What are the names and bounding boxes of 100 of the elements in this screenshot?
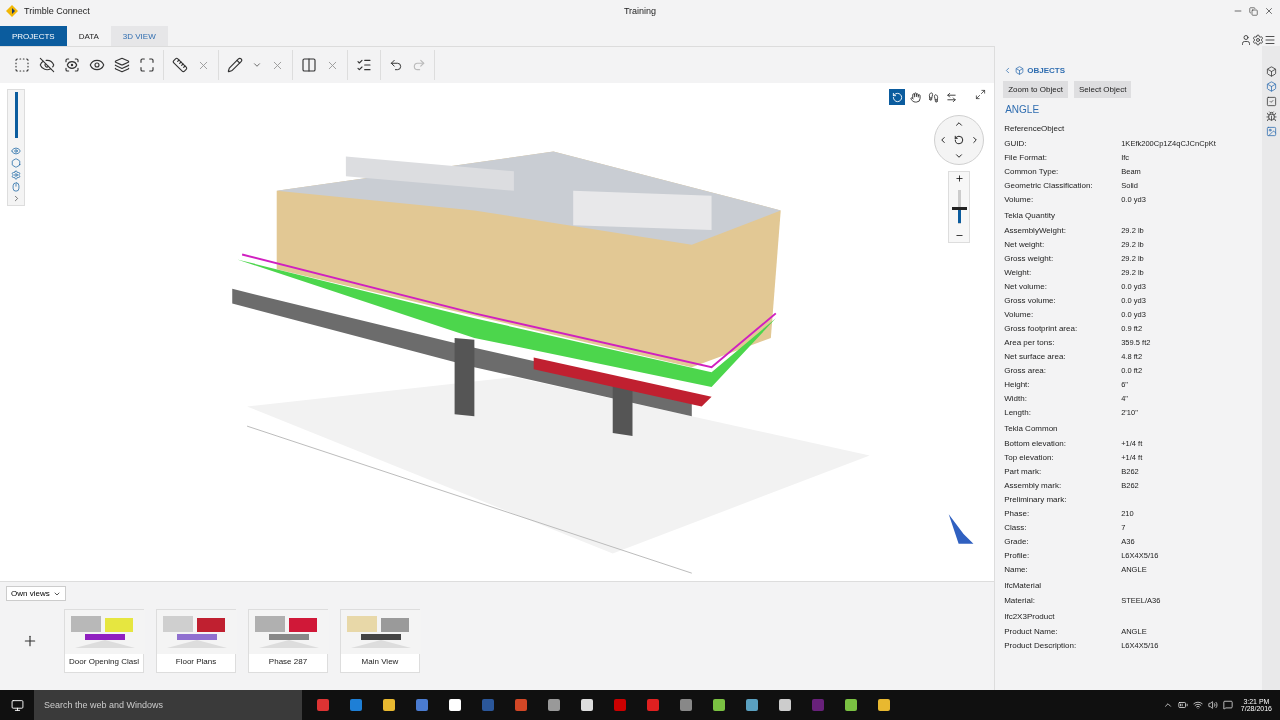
restore-icon[interactable]	[1249, 6, 1258, 16]
search-field[interactable]: Search the web and Windows	[34, 690, 302, 720]
property-label: Profile:	[1004, 550, 1031, 560]
group-title: Ifc2X3Product	[1004, 612, 1056, 621]
slider-track[interactable]	[14, 92, 18, 138]
app-icon[interactable]	[712, 698, 726, 712]
measure-icon[interactable]	[172, 57, 188, 73]
group-title: Tekla Common	[1004, 424, 1059, 433]
property-label: Net weight:	[1004, 239, 1046, 249]
view-name: Floor Plans	[174, 656, 218, 668]
tab[interactable]: 3D VIEW	[110, 26, 168, 46]
up-icon[interactable]	[954, 119, 965, 129]
plus-icon[interactable]	[22, 633, 38, 649]
box-select-icon[interactable]	[14, 57, 30, 73]
app-icon[interactable]	[580, 698, 594, 712]
property-label: Product Description:	[1004, 640, 1078, 650]
fullscreen-icon[interactable]	[975, 89, 987, 100]
cube-icon[interactable]	[1265, 66, 1277, 77]
property-label: Grade:	[1004, 536, 1030, 546]
mouse-icon[interactable]	[11, 182, 21, 192]
property-label: Material:	[1004, 595, 1036, 605]
property-label: Top elevation:	[1004, 452, 1055, 462]
property-label: Length:	[1004, 407, 1032, 417]
property-label: Name:	[1004, 564, 1029, 574]
view-name: Door Opening Clasl	[68, 656, 140, 668]
property-label: Common Type:	[1004, 166, 1060, 176]
checklist-icon[interactable]	[356, 57, 372, 73]
object-title: ANGLE	[1005, 104, 1041, 115]
eye-frame-icon[interactable]	[64, 57, 80, 73]
wifi-icon[interactable]	[1192, 700, 1203, 710]
hand-icon	[909, 91, 921, 103]
down-icon[interactable]	[954, 151, 965, 161]
view-card[interactable]: Floor Plans	[156, 609, 236, 673]
image-icon[interactable]	[1265, 126, 1277, 137]
back-link[interactable]: OBJECTS	[1003, 66, 1065, 75]
object-icon[interactable]	[1265, 81, 1277, 92]
views-dropdown[interactable]: Own views	[6, 586, 66, 601]
volume-icon[interactable]	[1207, 700, 1218, 710]
bug-icon[interactable]	[1265, 111, 1277, 122]
property-label: Volume:	[1004, 194, 1035, 204]
view-card[interactable]: Door Opening Clasl	[64, 609, 144, 673]
property-label: Width:	[1004, 393, 1028, 403]
group-title: IfcMaterial	[1004, 581, 1043, 590]
window-title: Training	[623, 6, 657, 16]
panel-button[interactable]: Zoom to Object	[1003, 81, 1068, 98]
app-icon[interactable]	[382, 698, 396, 712]
undo-icon[interactable]	[389, 58, 403, 72]
hexagon-icon[interactable]	[11, 158, 21, 168]
eye-icon[interactable]	[89, 57, 105, 73]
property-label: Volume:	[1004, 309, 1035, 319]
property-label: Gross volume:	[1004, 295, 1057, 305]
chevron-up-icon[interactable]	[1162, 700, 1173, 710]
view-name: Phase 287	[267, 656, 309, 668]
arrows-icon	[945, 91, 957, 103]
property-label: Gross weight:	[1004, 253, 1055, 263]
eye-off-icon[interactable]	[39, 57, 55, 73]
pencil-icon[interactable]	[227, 57, 243, 73]
battery-icon[interactable]	[1177, 700, 1188, 710]
section-icon[interactable]	[301, 57, 317, 73]
zoom-in-icon[interactable]	[954, 174, 964, 183]
property-label: File Format:	[1004, 152, 1048, 162]
menu-icon[interactable]	[1264, 34, 1276, 46]
fit-view-icon[interactable]	[139, 57, 155, 73]
footprints-icon	[927, 91, 939, 103]
projects-button[interactable]: PROJECTS	[0, 26, 67, 46]
app-icon[interactable]	[448, 698, 462, 712]
gear-icon[interactable]	[11, 170, 21, 180]
app-title: Trimble Connect	[24, 6, 90, 16]
property-label: Product Name:	[1004, 626, 1059, 636]
property-label: Preliminary mark:	[1004, 494, 1068, 504]
property-label: Geometric Classification:	[1004, 180, 1094, 190]
app-icon[interactable]	[877, 698, 891, 712]
app-icon[interactable]	[745, 698, 759, 712]
view-card[interactable]: Main View	[340, 609, 420, 673]
property-label: Weight:	[1004, 267, 1033, 277]
close-icon[interactable]	[1264, 6, 1274, 16]
property-label: Height:	[1004, 379, 1031, 389]
app-icon[interactable]	[778, 698, 792, 712]
property-label: Gross footprint area:	[1004, 323, 1079, 333]
property-label: Gross area:	[1004, 365, 1047, 375]
view-card[interactable]: Phase 287	[248, 609, 328, 673]
settings-icon[interactable]	[1252, 34, 1264, 46]
orbit-icon[interactable]	[954, 135, 965, 145]
property-label: GUID:	[1004, 138, 1028, 148]
message-icon[interactable]	[1222, 700, 1233, 710]
tab[interactable]: DATA	[66, 26, 111, 46]
caret-icon[interactable]	[252, 60, 262, 70]
panel-button[interactable]: Select Object	[1073, 81, 1132, 98]
navigation-mode-button[interactable]	[889, 89, 906, 105]
app-icon[interactable]	[547, 698, 561, 712]
checkbox-icon[interactable]	[1265, 96, 1277, 107]
property-label: Phase:	[1004, 508, 1031, 518]
property-label: Part mark:	[1004, 466, 1043, 476]
navigation-mode-button[interactable]	[907, 89, 924, 105]
cube-icon	[1015, 66, 1025, 75]
property-label: Net surface area:	[1004, 351, 1067, 361]
user-icon[interactable]	[1240, 34, 1252, 46]
zoom-thumb[interactable]	[951, 206, 967, 210]
group-title: Tekla Quantity	[1004, 211, 1056, 220]
app-icon[interactable]	[844, 698, 858, 712]
